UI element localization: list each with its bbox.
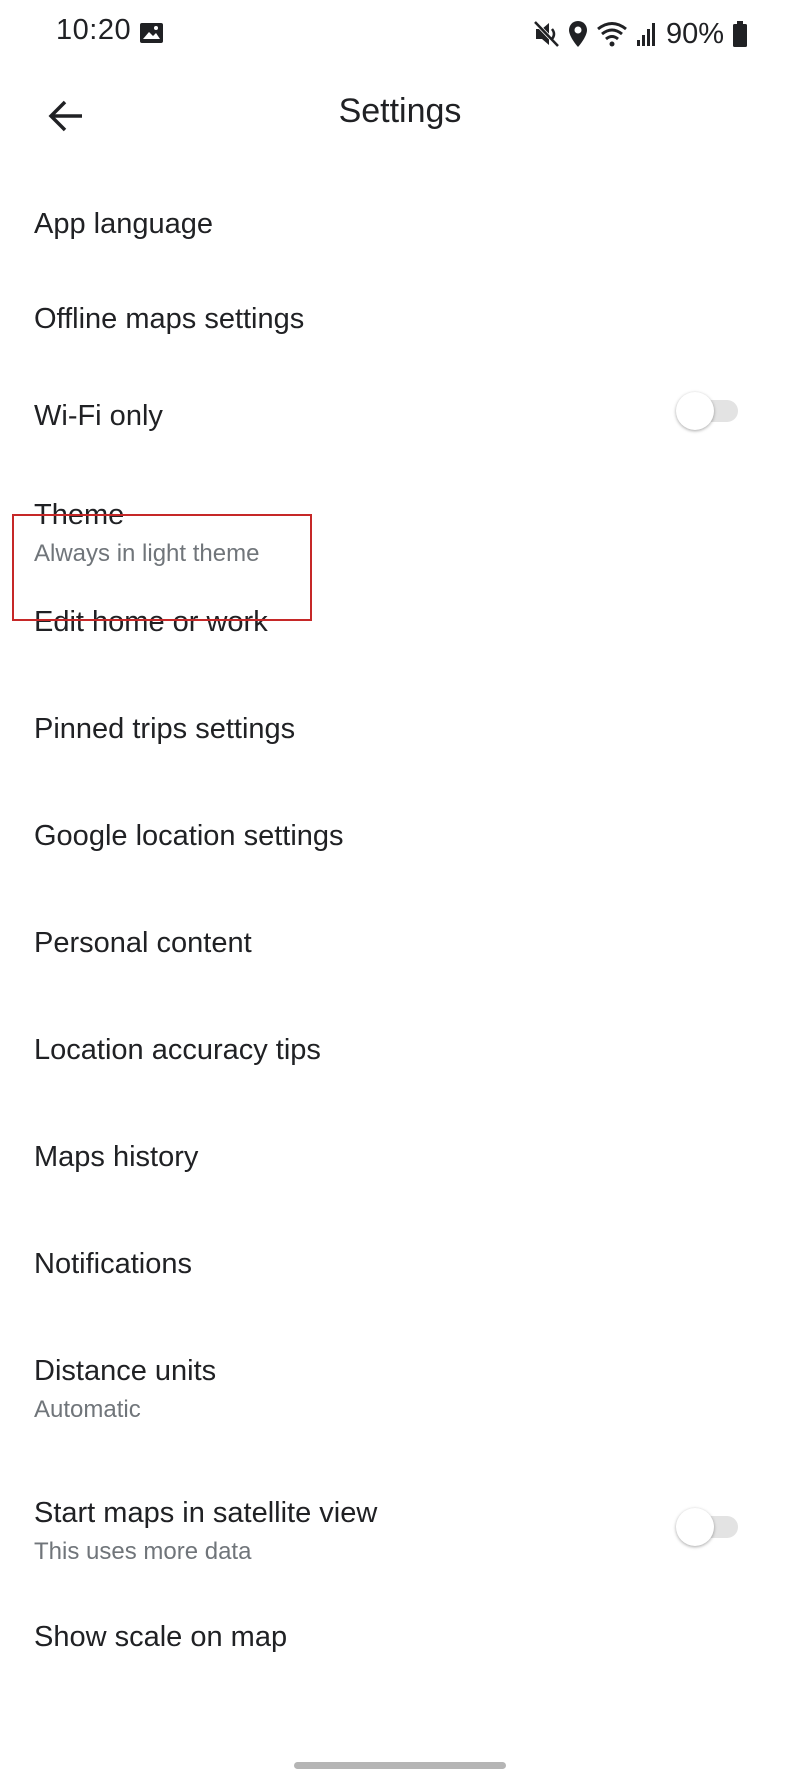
setting-label: Location accuracy tips [34, 1034, 321, 1066]
wifi-icon [597, 22, 627, 47]
setting-app-language[interactable]: App language [0, 178, 800, 285]
settings-screen: 10:20 90% Settings App language Offline … [0, 0, 800, 1777]
wifi-only-toggle[interactable] [676, 392, 740, 430]
mute-icon [533, 20, 560, 48]
status-time: 10:20 [56, 14, 132, 46]
setting-google-location[interactable]: Google location settings [0, 820, 800, 927]
setting-sublabel: This uses more data [34, 1538, 252, 1565]
signal-icon [636, 23, 655, 46]
setting-show-scale[interactable]: Show scale on map [0, 1604, 800, 1711]
satellite-view-toggle[interactable] [676, 1508, 740, 1546]
setting-label: Pinned trips settings [34, 713, 296, 745]
setting-offline-maps[interactable]: Offline maps settings [0, 285, 800, 392]
setting-pinned-trips[interactable]: Pinned trips settings [0, 713, 800, 820]
setting-location-accuracy[interactable]: Location accuracy tips [0, 1034, 800, 1141]
setting-label: Notifications [34, 1248, 192, 1280]
setting-sublabel: Always in light theme [34, 540, 260, 567]
settings-list: App language Offline maps settings Wi-Fi… [0, 178, 800, 1711]
setting-label: Distance units [34, 1355, 217, 1387]
setting-label: App language [34, 208, 213, 240]
status-icons: 90% [533, 14, 748, 54]
setting-notifications[interactable]: Notifications [0, 1248, 800, 1355]
setting-theme[interactable]: Theme Always in light theme [0, 499, 800, 606]
setting-wifi-only[interactable]: Wi-Fi only [0, 392, 800, 499]
setting-edit-home-work[interactable]: Edit home or work [0, 606, 800, 713]
setting-label: Start maps in satellite view [34, 1497, 378, 1529]
setting-personal-content[interactable]: Personal content [0, 927, 800, 1034]
app-bar: Settings [0, 70, 800, 160]
setting-label: Personal content [34, 927, 252, 959]
setting-maps-history[interactable]: Maps history [0, 1141, 800, 1248]
setting-label: Show scale on map [34, 1621, 288, 1653]
setting-satellite-view[interactable]: Start maps in satellite view This uses m… [0, 1462, 800, 1604]
gallery-icon [140, 23, 163, 43]
battery-icon [733, 21, 747, 47]
status-bar: 10:20 90% [0, 0, 800, 70]
setting-label: Maps history [34, 1141, 199, 1173]
setting-label: Edit home or work [34, 606, 268, 638]
setting-label: Wi-Fi only [34, 400, 163, 432]
toggle-knob [676, 1508, 714, 1546]
setting-label: Theme [34, 499, 125, 531]
setting-label: Offline maps settings [34, 303, 305, 335]
setting-label: Google location settings [34, 820, 344, 852]
location-pin-icon [568, 21, 587, 47]
setting-sublabel: Automatic [34, 1396, 141, 1423]
battery-percent: 90% [665, 17, 724, 50]
page-title: Settings [338, 92, 462, 130]
setting-distance-units[interactable]: Distance units Automatic [0, 1355, 800, 1462]
gesture-nav-handle[interactable] [294, 1762, 506, 1769]
toggle-knob [676, 392, 714, 430]
